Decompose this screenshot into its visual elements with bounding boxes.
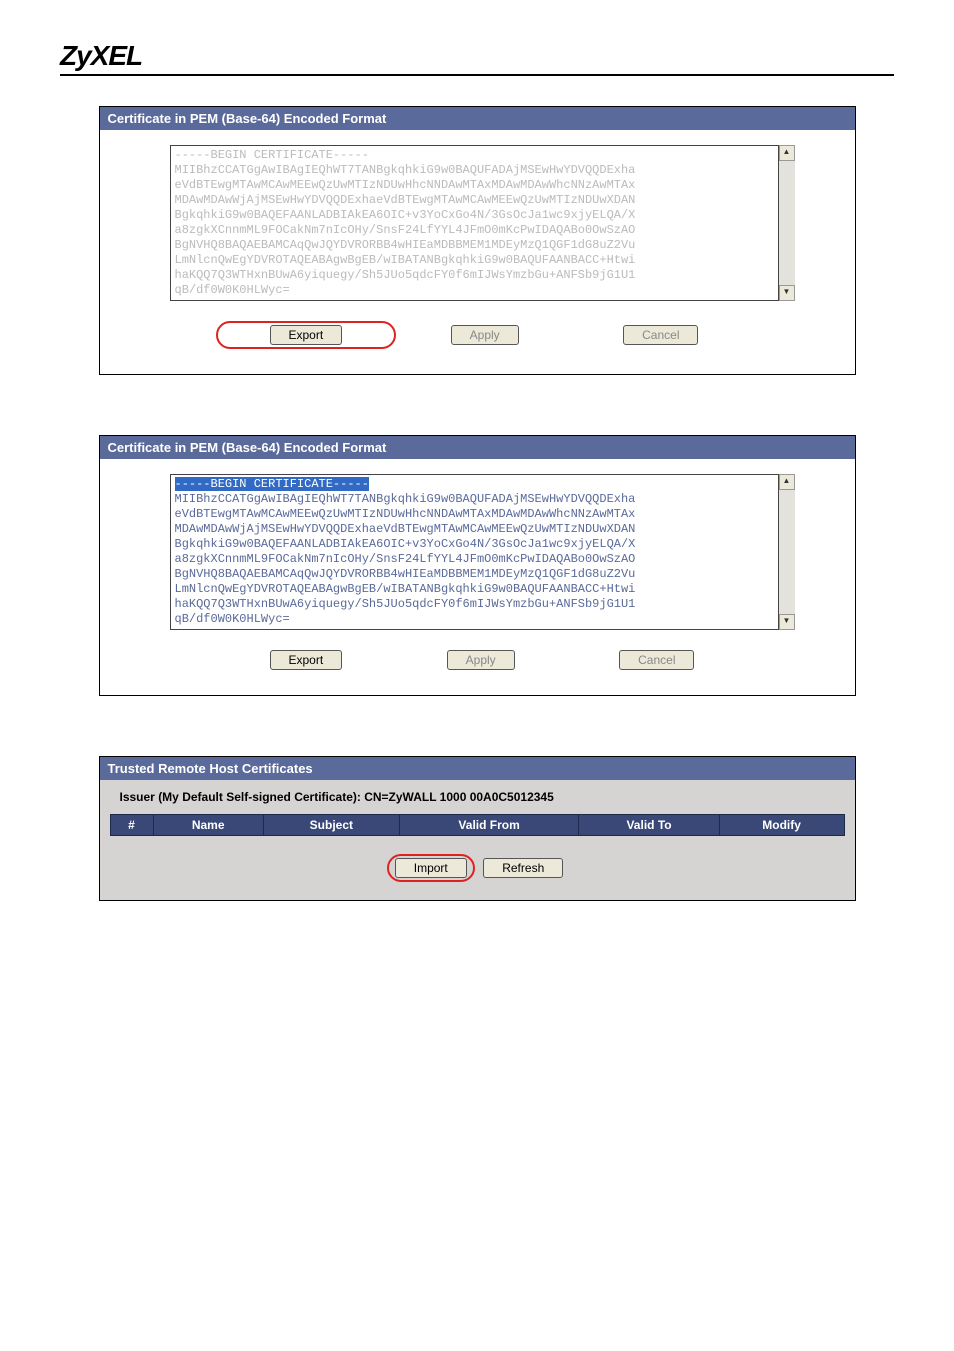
table-header-row: # Name Subject Valid From Valid To Modif…: [110, 815, 844, 836]
col-number: #: [110, 815, 153, 836]
brand-logo: ZyXEL: [60, 40, 894, 76]
col-name: Name: [153, 815, 263, 836]
col-modify: Modify: [719, 815, 844, 836]
scrollbar-2[interactable]: ▲ ▼: [779, 474, 795, 630]
scroll-down-icon[interactable]: ▼: [779, 614, 795, 630]
cert-table: # Name Subject Valid From Valid To Modif…: [110, 814, 845, 836]
pem-panel-2-header: Certificate in PEM (Base-64) Encoded For…: [100, 436, 855, 459]
trusted-hosts-header: Trusted Remote Host Certificates: [100, 757, 855, 780]
trusted-hosts-panel: Trusted Remote Host Certificates Issuer …: [99, 756, 856, 901]
export-button-1[interactable]: Export: [270, 325, 343, 345]
pem-body: MIIBhzCCATGgAwIBAgIEQhWT7TANBgkqhkiG9w0B…: [175, 492, 636, 626]
import-button[interactable]: Import: [395, 858, 467, 878]
scroll-up-icon[interactable]: ▲: [779, 145, 795, 161]
cancel-button-1[interactable]: Cancel: [623, 325, 698, 345]
col-valid-from: Valid From: [399, 815, 579, 836]
pem-first-line-selected: -----BEGIN CERTIFICATE-----: [175, 477, 369, 491]
refresh-button[interactable]: Refresh: [483, 858, 563, 878]
brand-text: ZyXEL: [60, 40, 142, 71]
pem-panel-1: Certificate in PEM (Base-64) Encoded For…: [99, 106, 856, 375]
col-valid-to: Valid To: [579, 815, 719, 836]
scroll-down-icon[interactable]: ▼: [779, 285, 795, 301]
issuer-line: Issuer (My Default Self-signed Certifica…: [120, 790, 845, 804]
apply-button-1[interactable]: Apply: [451, 325, 519, 345]
cancel-button-2[interactable]: Cancel: [619, 650, 694, 670]
pem-panel-1-header: Certificate in PEM (Base-64) Encoded For…: [100, 107, 855, 130]
export-highlight: Export: [216, 321, 397, 349]
scrollbar-1[interactable]: ▲ ▼: [779, 145, 795, 301]
pem-textarea-2[interactable]: -----BEGIN CERTIFICATE----- MIIBhzCCATGg…: [170, 474, 779, 630]
import-highlight: Import: [387, 854, 475, 882]
export-button-2[interactable]: Export: [270, 650, 343, 670]
apply-button-2[interactable]: Apply: [447, 650, 515, 670]
pem-body: MIIBhzCCATGgAwIBAgIEQhWT7TANBgkqhkiG9w0B…: [175, 163, 636, 297]
pem-first-line: -----BEGIN CERTIFICATE-----: [175, 148, 369, 162]
scroll-up-icon[interactable]: ▲: [779, 474, 795, 490]
pem-panel-2: Certificate in PEM (Base-64) Encoded For…: [99, 435, 856, 696]
col-subject: Subject: [263, 815, 399, 836]
pem-textarea-1[interactable]: -----BEGIN CERTIFICATE----- MIIBhzCCATGg…: [170, 145, 779, 301]
